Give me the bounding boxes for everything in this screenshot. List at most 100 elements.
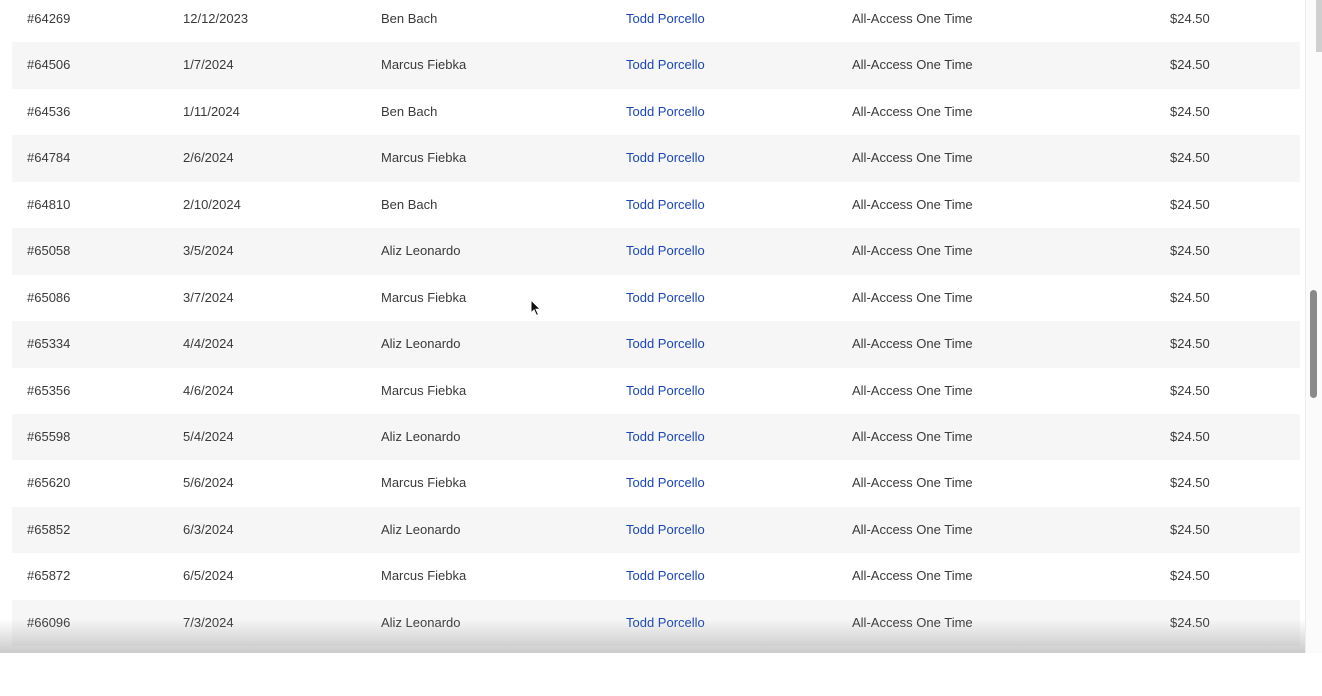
- order-product: All-Access One Time: [852, 0, 973, 42]
- order-product: All-Access One Time: [852, 553, 973, 599]
- order-date: 1/11/2024: [183, 89, 240, 135]
- orders-table: #64269 12/12/2023 Ben Bach Todd Porcello…: [12, 0, 1300, 646]
- vertical-scrollbar[interactable]: [1305, 0, 1322, 653]
- order-date: 3/7/2024: [183, 275, 234, 321]
- table-row[interactable]: #64810 2/10/2024 Ben Bach Todd Porcello …: [12, 182, 1300, 228]
- table-row[interactable]: #65598 5/4/2024 Aliz Leonardo Todd Porce…: [12, 414, 1300, 460]
- order-id: #65058: [27, 228, 70, 274]
- order-id: #65852: [27, 507, 70, 553]
- order-price: $24.50: [1170, 89, 1210, 135]
- table-row[interactable]: #64536 1/11/2024 Ben Bach Todd Porcello …: [12, 89, 1300, 135]
- order-id: #66096: [27, 600, 70, 646]
- sales-rep-link[interactable]: Todd Porcello: [626, 460, 705, 506]
- table-row[interactable]: #65620 5/6/2024 Marcus Fiebka Todd Porce…: [12, 460, 1300, 506]
- order-user: Marcus Fiebka: [381, 553, 466, 599]
- order-date: 5/6/2024: [183, 460, 234, 506]
- order-product: All-Access One Time: [852, 275, 973, 321]
- order-date: 4/6/2024: [183, 368, 234, 414]
- table-row[interactable]: #65852 6/3/2024 Aliz Leonardo Todd Porce…: [12, 507, 1300, 553]
- sales-rep-link[interactable]: Todd Porcello: [626, 553, 705, 599]
- order-id: #65872: [27, 553, 70, 599]
- order-price: $24.50: [1170, 414, 1210, 460]
- order-user: Marcus Fiebka: [381, 368, 466, 414]
- order-id: #64536: [27, 89, 70, 135]
- order-price: $24.50: [1170, 321, 1210, 367]
- order-price: $24.50: [1170, 135, 1210, 181]
- order-id: #65620: [27, 460, 70, 506]
- order-id: #64784: [27, 135, 70, 181]
- sales-rep-link[interactable]: Todd Porcello: [626, 182, 705, 228]
- order-id: #64506: [27, 42, 70, 88]
- order-product: All-Access One Time: [852, 135, 973, 181]
- order-user: Aliz Leonardo: [381, 507, 461, 553]
- order-price: $24.50: [1170, 507, 1210, 553]
- table-row[interactable]: #65058 3/5/2024 Aliz Leonardo Todd Porce…: [12, 228, 1300, 274]
- table-row[interactable]: #65086 3/7/2024 Marcus Fiebka Todd Porce…: [12, 275, 1300, 321]
- order-date: 2/10/2024: [183, 182, 241, 228]
- sales-rep-link[interactable]: Todd Porcello: [626, 600, 705, 646]
- scroll-track-marker: [1316, 0, 1322, 52]
- order-id: #65086: [27, 275, 70, 321]
- order-product: All-Access One Time: [852, 414, 973, 460]
- order-user: Marcus Fiebka: [381, 275, 466, 321]
- order-id: #64269: [27, 0, 70, 42]
- order-price: $24.50: [1170, 600, 1210, 646]
- order-user: Aliz Leonardo: [381, 414, 461, 460]
- order-date: 1/7/2024: [183, 42, 234, 88]
- sales-rep-link[interactable]: Todd Porcello: [626, 42, 705, 88]
- order-product: All-Access One Time: [852, 321, 973, 367]
- table-row[interactable]: #64269 12/12/2023 Ben Bach Todd Porcello…: [12, 0, 1300, 42]
- sales-rep-link[interactable]: Todd Porcello: [626, 89, 705, 135]
- table-row[interactable]: #65872 6/5/2024 Marcus Fiebka Todd Porce…: [12, 553, 1300, 599]
- order-user: Aliz Leonardo: [381, 228, 461, 274]
- order-date: 12/12/2023: [183, 0, 248, 42]
- order-user: Ben Bach: [381, 0, 437, 42]
- order-price: $24.50: [1170, 275, 1210, 321]
- sales-rep-link[interactable]: Todd Porcello: [626, 321, 705, 367]
- order-user: Ben Bach: [381, 89, 437, 135]
- order-product: All-Access One Time: [852, 42, 973, 88]
- order-id: #65356: [27, 368, 70, 414]
- table-row[interactable]: #64784 2/6/2024 Marcus Fiebka Todd Porce…: [12, 135, 1300, 181]
- order-product: All-Access One Time: [852, 460, 973, 506]
- order-id: #65598: [27, 414, 70, 460]
- order-product: All-Access One Time: [852, 507, 973, 553]
- order-date: 4/4/2024: [183, 321, 234, 367]
- table-row[interactable]: #64506 1/7/2024 Marcus Fiebka Todd Porce…: [12, 42, 1300, 88]
- order-price: $24.50: [1170, 553, 1210, 599]
- order-product: All-Access One Time: [852, 182, 973, 228]
- order-date: 5/4/2024: [183, 414, 234, 460]
- sales-rep-link[interactable]: Todd Porcello: [626, 0, 705, 42]
- order-user: Marcus Fiebka: [381, 42, 466, 88]
- scrollbar-thumb[interactable]: [1310, 290, 1317, 398]
- sales-rep-link[interactable]: Todd Porcello: [626, 135, 705, 181]
- order-price: $24.50: [1170, 368, 1210, 414]
- order-user: Aliz Leonardo: [381, 321, 461, 367]
- order-price: $24.50: [1170, 42, 1210, 88]
- order-price: $24.50: [1170, 182, 1210, 228]
- table-row[interactable]: #65356 4/6/2024 Marcus Fiebka Todd Porce…: [12, 368, 1300, 414]
- order-date: 2/6/2024: [183, 135, 234, 181]
- order-product: All-Access One Time: [852, 368, 973, 414]
- order-date: 7/3/2024: [183, 600, 234, 646]
- order-user: Ben Bach: [381, 182, 437, 228]
- order-id: #65334: [27, 321, 70, 367]
- order-date: 6/3/2024: [183, 507, 234, 553]
- table-row[interactable]: #65334 4/4/2024 Aliz Leonardo Todd Porce…: [12, 321, 1300, 367]
- sales-rep-link[interactable]: Todd Porcello: [626, 368, 705, 414]
- order-product: All-Access One Time: [852, 228, 973, 274]
- sales-rep-link[interactable]: Todd Porcello: [626, 507, 705, 553]
- sales-rep-link[interactable]: Todd Porcello: [626, 275, 705, 321]
- order-price: $24.50: [1170, 460, 1210, 506]
- order-price: $24.50: [1170, 0, 1210, 42]
- order-id: #64810: [27, 182, 70, 228]
- order-user: Aliz Leonardo: [381, 600, 461, 646]
- order-user: Marcus Fiebka: [381, 135, 466, 181]
- order-user: Marcus Fiebka: [381, 460, 466, 506]
- order-price: $24.50: [1170, 228, 1210, 274]
- sales-rep-link[interactable]: Todd Porcello: [626, 414, 705, 460]
- sales-rep-link[interactable]: Todd Porcello: [626, 228, 705, 274]
- order-date: 3/5/2024: [183, 228, 234, 274]
- table-row[interactable]: #66096 7/3/2024 Aliz Leonardo Todd Porce…: [12, 600, 1300, 646]
- order-product: All-Access One Time: [852, 600, 973, 646]
